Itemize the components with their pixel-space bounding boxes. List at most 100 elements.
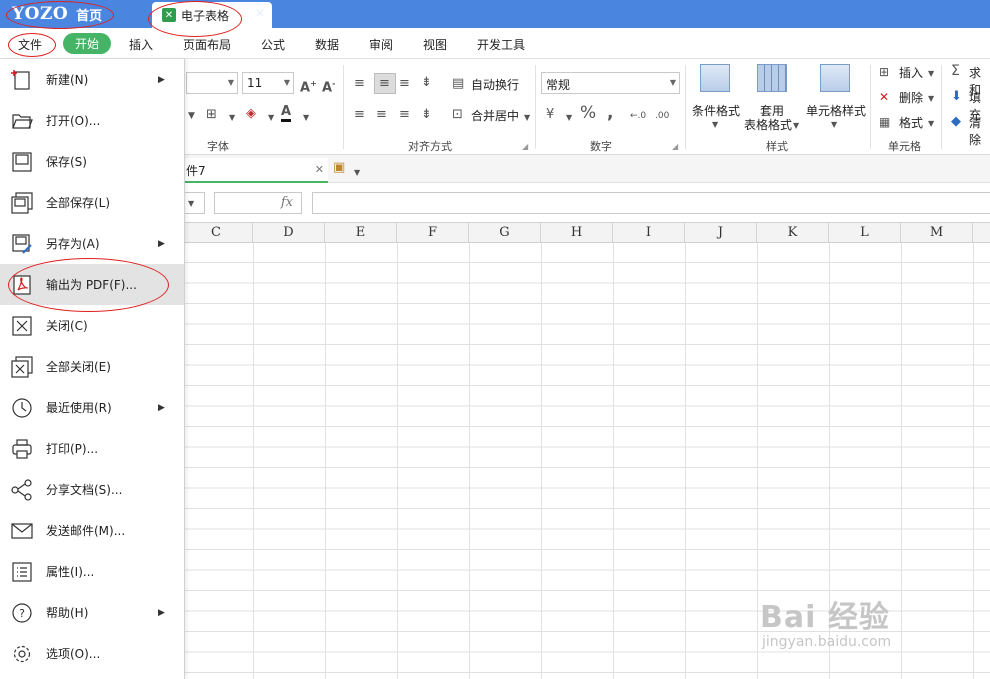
chevron-down-icon[interactable]: ▼ (712, 117, 718, 133)
merge-center-button[interactable]: 合并居中 (471, 107, 519, 124)
menu-review[interactable]: 审阅 (369, 36, 393, 53)
column-header[interactable]: I (613, 223, 685, 243)
align-top-icon[interactable]: ≡ (354, 76, 365, 92)
chevron-down-icon[interactable]: ▼ (229, 110, 235, 126)
insert-cells-button[interactable]: 插入 (899, 64, 923, 81)
chevron-down-icon[interactable]: ▼ (928, 66, 934, 82)
menu-view[interactable]: 视图 (423, 36, 447, 53)
menu-file[interactable]: 文件 (18, 36, 42, 53)
increase-font-icon[interactable]: A+ (300, 76, 317, 96)
indent-icon[interactable]: ⇟ (421, 107, 432, 123)
file-menu-open[interactable]: 打开(O)... (0, 100, 184, 141)
file-menu-help[interactable]: ? 帮助(H) ▶ (0, 592, 184, 633)
orientation-icon[interactable]: ⇟ (421, 75, 432, 91)
align-center-icon[interactable]: ≡ (376, 107, 387, 123)
percent-icon[interactable]: % (580, 105, 596, 122)
align-middle-icon[interactable]: ≡ (374, 73, 396, 94)
menu-page-layout[interactable]: 页面布局 (183, 36, 231, 53)
column-header[interactable]: F (397, 223, 469, 243)
chevron-down-icon[interactable]: ▼ (831, 117, 837, 133)
document-tab[interactable]: ✕ 电子表格 (152, 2, 272, 28)
close-icon[interactable]: ✕ (315, 163, 324, 176)
menu-start[interactable]: 开始 (63, 33, 111, 54)
cell-style-icon[interactable] (820, 64, 850, 92)
menu-insert[interactable]: 插入 (129, 36, 153, 53)
column-header[interactable]: M (901, 223, 973, 243)
new-document-icon[interactable]: ▣ (333, 160, 345, 175)
comma-icon[interactable]: , (607, 105, 613, 122)
file-menu-options[interactable]: 选项(O)... (0, 633, 184, 674)
sum-icon[interactable]: Σ (951, 63, 960, 79)
fill-icon[interactable]: ⬇ (951, 89, 962, 105)
border-icon[interactable]: ⊞ (206, 107, 217, 123)
column-header[interactable]: J (685, 223, 757, 243)
format-cells-icon[interactable]: ▦ (879, 114, 890, 130)
align-right-icon[interactable]: ≡ (399, 107, 410, 123)
decrease-font-icon[interactable]: A- (322, 76, 335, 96)
group-separator (685, 65, 686, 149)
column-header[interactable]: H (541, 223, 613, 243)
file-menu-close[interactable]: 关闭(C) (0, 305, 184, 346)
chevron-down-icon[interactable]: ▼ (928, 91, 934, 107)
chevron-down-icon[interactable]: ▼ (566, 110, 572, 126)
column-header[interactable]: L (829, 223, 901, 243)
group-label-alignment: 对齐方式 (408, 140, 452, 153)
menu-formula[interactable]: 公式 (261, 36, 285, 53)
chevron-down-icon[interactable]: ▼ (354, 165, 360, 181)
close-tab-icon[interactable]: ✕ (255, 6, 982, 20)
fill-color-icon[interactable]: ◈ (246, 106, 256, 122)
file-menu-save[interactable]: 保存(S) (0, 141, 184, 182)
workbook-tab[interactable]: 件7 ✕ (180, 158, 328, 183)
chevron-down-icon[interactable]: ▼ (928, 116, 934, 132)
chevron-down-icon[interactable]: ▼ (188, 108, 195, 124)
formula-input[interactable] (312, 192, 990, 214)
wrap-text-icon[interactable]: ▤ (452, 76, 464, 92)
file-menu-print[interactable]: 打印(P)... (0, 428, 184, 469)
file-menu-close-all[interactable]: 全部关闭(E) (0, 346, 184, 387)
increase-decimal-icon[interactable]: ←.0 (630, 108, 646, 124)
insert-cells-icon[interactable]: ⊞ (879, 64, 889, 80)
column-header[interactable]: E (325, 223, 397, 243)
clear-button[interactable]: 清除 (969, 114, 990, 148)
currency-icon[interactable]: ¥ (546, 107, 554, 123)
dialog-launcher-icon[interactable]: ◢ (522, 139, 528, 155)
decrease-decimal-icon[interactable]: .00 (655, 108, 669, 124)
merge-center-icon[interactable]: ⊡ (452, 107, 463, 123)
menu-data[interactable]: 数据 (315, 36, 339, 53)
align-left-icon[interactable]: ≡ (354, 107, 365, 123)
table-format-button-line2[interactable]: 表格格式 (744, 116, 792, 133)
chevron-down-icon[interactable]: ▼ (524, 110, 530, 126)
font-size-combo[interactable]: 11 ▼ (242, 72, 294, 94)
file-menu-label: 选项(O)... (46, 647, 101, 661)
font-name-combo[interactable]: ▼ (186, 72, 238, 94)
wrap-text-button[interactable]: 自动换行 (471, 76, 519, 93)
format-cells-button[interactable]: 格式 (899, 114, 923, 131)
dialog-launcher-icon[interactable]: ◢ (672, 139, 678, 155)
column-header[interactable]: G (469, 223, 541, 243)
home-tab[interactable]: YOZO 首页 (12, 4, 102, 24)
table-format-icon[interactable] (757, 64, 787, 92)
column-header[interactable]: C (180, 223, 253, 243)
number-format-combo[interactable]: 常规 ▼ (541, 72, 680, 94)
chevron-down-icon[interactable]: ▼ (303, 110, 309, 126)
file-menu-share[interactable]: 分享文档(S)... (0, 469, 184, 510)
file-menu-new[interactable]: 新建(N) ▶ (0, 59, 184, 100)
file-menu-recent[interactable]: 最近使用(R) ▶ (0, 387, 184, 428)
font-color-icon[interactable]: A (281, 105, 292, 122)
conditional-format-icon[interactable] (700, 64, 730, 92)
delete-cells-button[interactable]: 删除 (899, 89, 923, 106)
eraser-icon[interactable]: ◆ (951, 114, 961, 130)
chevron-down-icon[interactable]: ▼ (268, 110, 274, 126)
file-menu-properties[interactable]: 属性(I)... (0, 551, 184, 592)
chevron-down-icon[interactable]: ▼ (793, 118, 799, 134)
fx-button[interactable]: fx (214, 192, 302, 214)
align-bottom-icon[interactable]: ≡ (399, 76, 410, 92)
delete-cells-icon[interactable]: ✕ (879, 89, 889, 105)
file-menu-save-all[interactable]: 全部保存(L) (0, 182, 184, 223)
file-menu-export-pdf[interactable]: 输出为 PDF(F)... (0, 264, 184, 305)
column-header[interactable]: K (757, 223, 829, 243)
menu-developer[interactable]: 开发工具 (477, 36, 525, 53)
file-menu-save-as[interactable]: 另存为(A) ▶ (0, 223, 184, 264)
file-menu-send-email[interactable]: 发送邮件(M)... (0, 510, 184, 551)
column-header[interactable]: D (253, 223, 325, 243)
